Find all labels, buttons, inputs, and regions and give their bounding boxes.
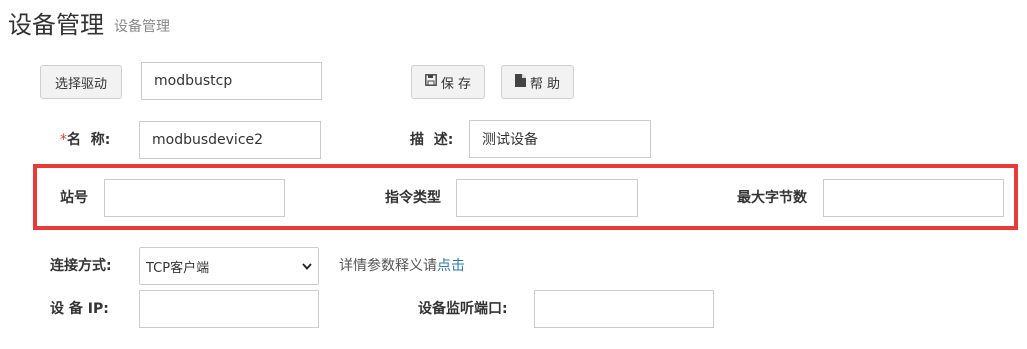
name-label: *名 称:	[60, 130, 110, 150]
page-title: 设备管理	[8, 11, 104, 39]
chevron-down-icon	[302, 259, 312, 274]
description-input[interactable]: 测试设备	[469, 120, 651, 158]
help-button[interactable]: 帮 助	[501, 65, 574, 99]
select-driver-button[interactable]: 选择驱动	[40, 65, 122, 99]
port-label: 设备监听端口:	[418, 301, 508, 317]
file-icon	[514, 73, 530, 91]
save-label: 保 存	[440, 76, 472, 92]
save-icon	[425, 74, 441, 90]
save-button[interactable]: 保 存	[411, 65, 485, 99]
details-link[interactable]: 点击	[437, 258, 465, 274]
description-value: 测试设备	[482, 132, 538, 148]
port-input[interactable]	[534, 290, 714, 328]
driver-value: modbustcp	[154, 73, 233, 89]
command-type-label: 指令类型	[385, 190, 441, 206]
help-label: 帮 助	[529, 76, 561, 92]
name-value: modbusdevice2	[152, 132, 264, 148]
max-bytes-input[interactable]	[823, 179, 1004, 217]
details-hint: 详情参数释义请点击	[339, 256, 465, 276]
description-label: 描 述:	[410, 132, 454, 148]
max-bytes-label: 最大字节数	[737, 190, 807, 206]
name-label-text: 名 称:	[67, 132, 111, 148]
select-driver-label: 选择驱动	[54, 76, 107, 92]
required-mark: *	[60, 132, 67, 148]
command-type-input[interactable]	[456, 179, 638, 217]
connection-value: TCP客户端	[146, 260, 210, 276]
driver-field[interactable]: modbustcp	[141, 62, 322, 100]
connection-select[interactable]: TCP客户端	[139, 247, 319, 285]
name-input[interactable]: modbusdevice2	[139, 121, 321, 159]
details-hint-text: 详情参数释义请	[339, 258, 437, 274]
station-input[interactable]	[104, 179, 285, 217]
ip-input[interactable]	[139, 290, 319, 328]
ip-label: 设 备 IP:	[50, 301, 109, 317]
station-label: 站号	[60, 190, 88, 206]
connection-label: 连接方式:	[50, 258, 112, 274]
page-subtitle: 设备管理	[114, 19, 170, 35]
